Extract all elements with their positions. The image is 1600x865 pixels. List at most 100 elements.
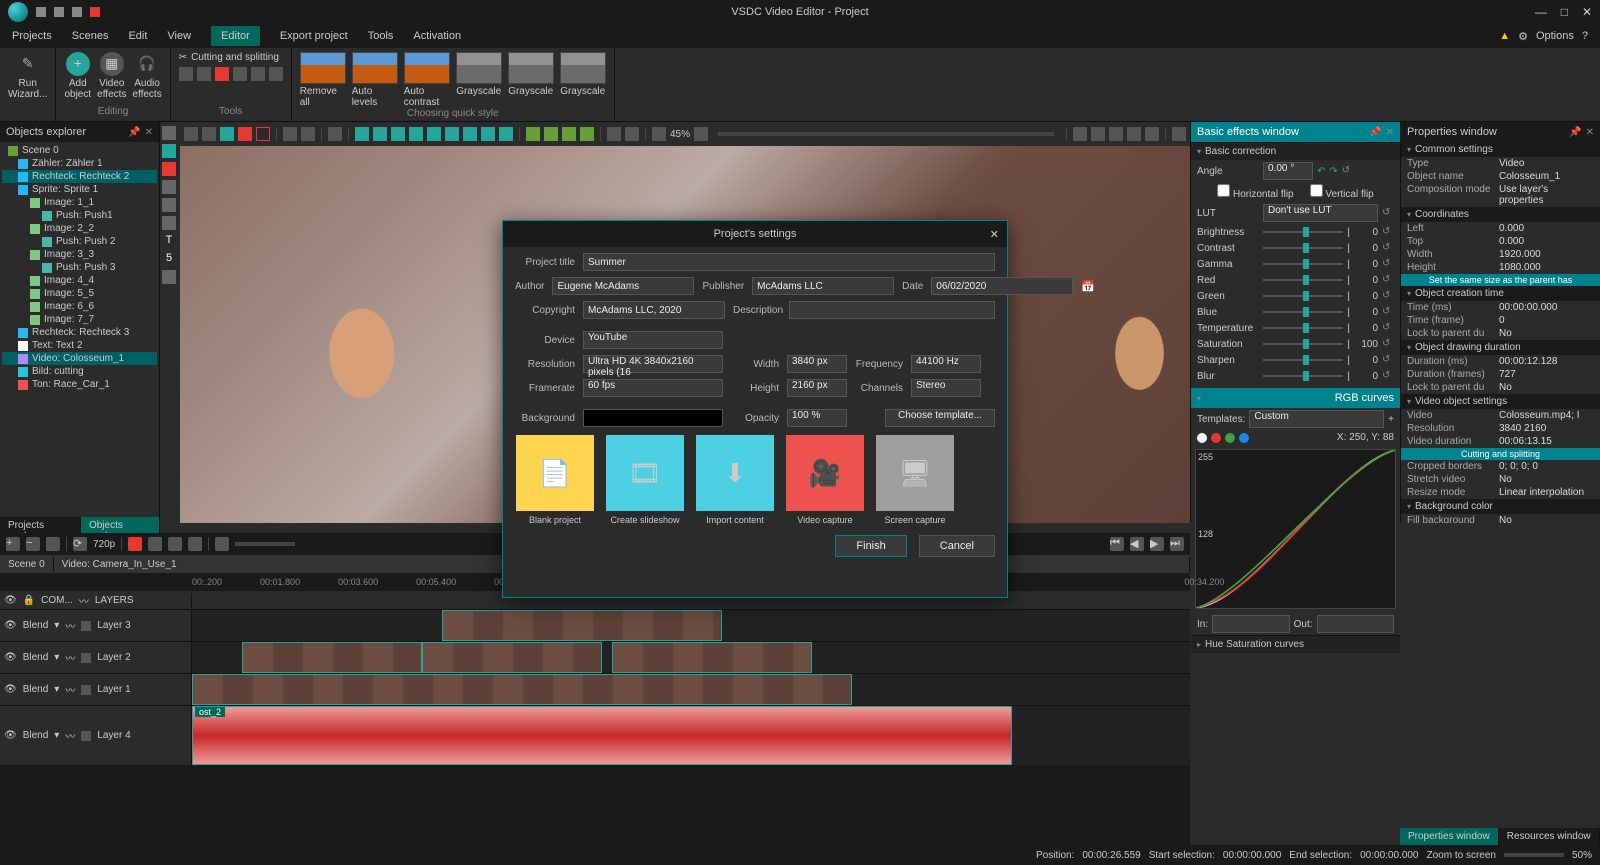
lock-icon[interactable]: 🔒 xyxy=(23,595,35,606)
close-icon[interactable]: ✕ xyxy=(1586,127,1594,138)
style-remove-all[interactable]: Remove all xyxy=(300,52,346,108)
undo-icon[interactable] xyxy=(233,67,247,81)
tree-item[interactable]: Image: 7_7 xyxy=(2,313,157,326)
align-icon[interactable] xyxy=(409,127,423,141)
style-auto-contrast[interactable]: Auto contrast xyxy=(404,52,450,108)
delete-icon[interactable] xyxy=(238,127,252,141)
gear-icon[interactable]: ⚙ xyxy=(1518,30,1528,43)
style-grayscale[interactable]: Grayscale xyxy=(508,52,554,108)
skip-start-icon[interactable]: ⏮ xyxy=(1110,537,1124,551)
pin-icon[interactable]: 📌 xyxy=(1369,127,1381,138)
prop-row[interactable]: VideoColosseum.mp4; I xyxy=(1401,409,1600,422)
tree-item[interactable]: Zähler: Zähler 1 xyxy=(2,157,157,170)
wave-icon[interactable]: 〰 xyxy=(65,618,75,633)
rgb-curves[interactable]: 255 128 xyxy=(1195,449,1396,609)
tree-item[interactable]: Text: Text 2 xyxy=(2,339,157,352)
align-icon[interactable] xyxy=(463,127,477,141)
menu-view[interactable]: View xyxy=(167,30,191,42)
contrast-slider[interactable] xyxy=(1263,247,1343,249)
prop-row[interactable]: Duration (frames)727 xyxy=(1401,368,1600,381)
text-icon[interactable]: T xyxy=(162,234,176,248)
rect-icon[interactable] xyxy=(162,144,176,158)
volume-slider[interactable] xyxy=(235,542,295,546)
reset-icon[interactable]: ↺ xyxy=(1382,242,1394,254)
red-slider[interactable] xyxy=(1263,279,1343,281)
reset-icon[interactable]: ↺ xyxy=(1382,338,1394,350)
prop-row[interactable]: Time (ms)00:00:00.000 xyxy=(1401,301,1600,314)
reset-icon[interactable]: ↺ xyxy=(1382,258,1394,270)
wave-icon[interactable]: 〰 xyxy=(65,650,75,665)
menu-projects[interactable]: Projects xyxy=(12,30,52,42)
object-tree[interactable]: Scene 0Zähler: Zähler 1Rechteck: Rechtec… xyxy=(0,142,159,393)
channels-select[interactable]: Stereo xyxy=(911,379,981,397)
align-icon[interactable] xyxy=(373,127,387,141)
prop-row[interactable]: Object nameColosseum_1 xyxy=(1401,170,1600,183)
wave-icon[interactable]: 〰 xyxy=(65,682,75,697)
quick-icon[interactable] xyxy=(36,7,46,17)
menu-scenes[interactable]: Scenes xyxy=(72,30,109,42)
saturation-slider[interactable] xyxy=(1263,343,1343,345)
zoom-to-screen-checkbox[interactable]: Zoom to screen xyxy=(1427,850,1496,861)
project-title-input[interactable] xyxy=(583,253,995,271)
menu-tools[interactable]: Tools xyxy=(368,30,394,42)
tab-properties[interactable]: Properties window xyxy=(1400,828,1499,845)
line-icon[interactable] xyxy=(162,180,176,194)
width-input[interactable]: 3840 px xyxy=(787,355,847,373)
help-icon[interactable]: ? xyxy=(1582,30,1588,42)
close-icon[interactable]: ✕ xyxy=(1386,127,1394,138)
next-frame-icon[interactable] xyxy=(168,537,182,551)
play-icon[interactable] xyxy=(128,537,142,551)
pencil-icon[interactable] xyxy=(162,198,176,212)
zoom-slider[interactable] xyxy=(718,132,1054,136)
rotate-right-icon[interactable]: ↷ xyxy=(1329,166,1337,177)
calendar-icon[interactable]: 📅 xyxy=(1081,280,1095,293)
tree-item[interactable]: Rechteck: Rechteck 2 xyxy=(2,170,157,183)
blur-slider[interactable] xyxy=(1263,375,1343,377)
prop-row[interactable]: Time (frame)0 xyxy=(1401,314,1600,327)
record-icon[interactable] xyxy=(90,7,100,17)
step-back-icon[interactable]: ◀ xyxy=(1130,537,1144,551)
tool-icon[interactable] xyxy=(215,67,229,81)
stop-icon[interactable] xyxy=(188,537,202,551)
rotate-left-icon[interactable]: ↶ xyxy=(1317,166,1325,177)
tile-screen-capture[interactable]: 🖥Screen capture xyxy=(875,435,955,525)
channel-red[interactable] xyxy=(1211,433,1221,443)
prop-row[interactable]: Resolution3840 2160 xyxy=(1401,422,1600,435)
eye-icon[interactable]: 👁 xyxy=(4,620,17,631)
style-grayscale[interactable]: Grayscale xyxy=(560,52,606,108)
loop-icon[interactable]: ⟳ xyxy=(73,537,87,551)
square-icon[interactable] xyxy=(81,653,91,663)
action-strip[interactable]: Cutting and splitting xyxy=(1401,448,1600,460)
tile-import-content[interactable]: ⬇Import content xyxy=(695,435,775,525)
blue-slider[interactable] xyxy=(1263,311,1343,313)
undo-icon[interactable] xyxy=(283,127,297,141)
choose-template-button[interactable]: Choose template... xyxy=(885,409,995,427)
tree-item[interactable]: Image: 3_3 xyxy=(2,248,157,261)
clip[interactable] xyxy=(192,674,852,705)
track-row[interactable]: 👁Blend▾〰Layer 2 xyxy=(0,641,1190,673)
zoom-slider[interactable] xyxy=(1504,853,1564,857)
style-auto-levels[interactable]: Auto levels xyxy=(352,52,398,108)
prop-row[interactable]: Height1080.000 xyxy=(1401,261,1600,274)
clip[interactable] xyxy=(442,610,722,641)
tree-item[interactable]: Bild: cutting xyxy=(2,365,157,378)
green-slider[interactable] xyxy=(1263,295,1343,297)
templates-select[interactable]: Custom xyxy=(1249,410,1384,428)
select-all-icon[interactable] xyxy=(328,127,342,141)
reset-icon[interactable]: ↺ xyxy=(1382,370,1394,382)
square-icon[interactable] xyxy=(81,731,91,741)
minimize-icon[interactable]: — xyxy=(1535,5,1547,19)
order-icon[interactable] xyxy=(580,127,594,141)
menu-activation[interactable]: Activation xyxy=(413,30,461,42)
background-select[interactable] xyxy=(583,409,723,427)
cut-icon[interactable] xyxy=(184,127,198,141)
finish-button[interactable]: Finish xyxy=(835,535,906,557)
run-wizard-button[interactable]: ✎ Run Wizard... xyxy=(8,52,47,100)
pin-icon[interactable]: 📌 xyxy=(128,127,140,138)
pin-icon[interactable]: 📌 xyxy=(1569,127,1581,138)
tool-icon[interactable] xyxy=(269,67,283,81)
quick-icon[interactable] xyxy=(72,7,82,17)
prev-frame-icon[interactable] xyxy=(148,537,162,551)
order-icon[interactable] xyxy=(562,127,576,141)
prop-section[interactable]: Video object settings xyxy=(1401,394,1600,409)
